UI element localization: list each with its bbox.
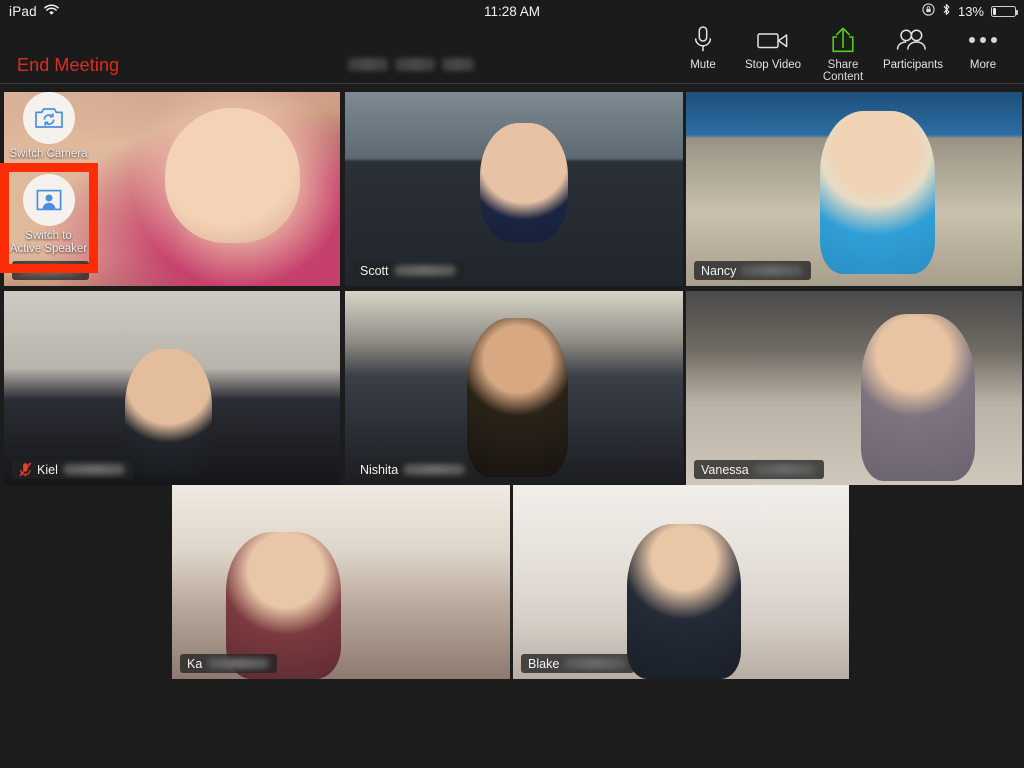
participant-name-redacted <box>62 464 125 475</box>
meeting-id-chunk <box>442 57 474 71</box>
video-tile-ka[interactable]: Ka <box>172 485 510 679</box>
video-camera-icon <box>757 24 789 56</box>
mute-label: Mute <box>690 59 716 71</box>
participants-button[interactable]: Participants <box>878 24 948 71</box>
meeting-id-redacted <box>348 54 474 74</box>
share-upload-icon <box>830 24 856 56</box>
video-feed <box>4 291 340 485</box>
switch-to-active-speaker-button[interactable]: Switch to Active Speaker <box>0 174 97 256</box>
rotation-lock-icon <box>922 3 935 19</box>
video-feed <box>686 92 1022 286</box>
participant-name-redacted <box>207 658 270 669</box>
muted-microphone-icon <box>19 462 32 477</box>
ellipsis-icon <box>969 24 997 56</box>
participant-name-badge: Kiel <box>12 460 133 479</box>
stop-video-button[interactable]: Stop Video <box>738 24 808 71</box>
video-tile-blake[interactable]: Blake <box>513 485 849 679</box>
bluetooth-icon <box>942 3 951 19</box>
mute-button[interactable]: Mute <box>668 24 738 71</box>
meeting-id-chunk <box>348 57 388 71</box>
participant-name-badge <box>12 261 89 280</box>
participant-name: Kiel <box>37 462 58 477</box>
participant-name-redacted <box>741 265 804 276</box>
active-speaker-icon <box>22 174 75 226</box>
video-tile-kiel[interactable]: Kiel <box>4 291 340 485</box>
toolbar-actions: Mute Stop Video Share Content Participan… <box>668 24 1018 83</box>
ios-status-bar: iPad 11:28 AM 13% <box>0 0 1024 22</box>
share-content-button[interactable]: Share Content <box>808 24 878 83</box>
video-feed <box>345 92 683 286</box>
participant-name-badge: Ka <box>180 654 278 673</box>
battery-fill <box>993 7 996 15</box>
status-bar-right: 13% <box>922 3 1018 19</box>
participant-name-badge: Vanessa <box>694 460 824 479</box>
stop-video-label: Stop Video <box>744 59 802 71</box>
participant-name-redacted <box>403 464 466 475</box>
switch-camera-label: Switch Camera <box>9 148 88 160</box>
participant-name-redacted <box>393 265 456 276</box>
video-tile-nancy[interactable]: Nancy <box>686 92 1022 286</box>
participants-label: Participants <box>882 59 944 71</box>
video-tile-vanessa[interactable]: Vanessa <box>686 291 1022 485</box>
switch-camera-button[interactable]: Switch Camera <box>0 92 97 161</box>
participant-name: Scott <box>360 263 389 278</box>
participant-name-redacted <box>753 464 816 475</box>
video-gallery: Scott Nancy Kiel Nishita Vanessa Ka Blak… <box>0 86 1024 768</box>
switch-camera-icon <box>22 92 75 144</box>
video-feed <box>345 291 683 485</box>
switch-to-active-speaker-line2: Active Speaker <box>9 243 88 255</box>
meeting-id-chunk <box>395 57 435 71</box>
participant-name: Nishita <box>360 462 399 477</box>
video-feed <box>513 485 849 679</box>
participant-name-badge: Scott <box>353 261 464 280</box>
video-feed <box>686 291 1022 485</box>
microphone-icon <box>692 24 714 56</box>
end-meeting-button[interactable]: End Meeting <box>17 55 119 76</box>
participant-name-redacted <box>564 658 627 669</box>
participant-name-redacted <box>19 265 81 276</box>
participant-name-badge: Blake <box>521 654 635 673</box>
battery-percent-label: 13% <box>957 3 984 19</box>
more-label: More <box>969 59 997 71</box>
participant-name: Nancy <box>701 263 737 278</box>
status-bar-clock: 11:28 AM <box>483 3 541 19</box>
participants-icon <box>896 24 930 56</box>
video-feed <box>172 485 510 679</box>
participant-name-badge: Nishita <box>353 460 474 479</box>
participant-name: Ka <box>187 656 203 671</box>
switch-to-active-speaker-line1: Switch to <box>25 230 72 242</box>
video-tile-nishita[interactable]: Nishita <box>345 291 683 485</box>
participant-name: Blake <box>528 656 560 671</box>
more-button[interactable]: More <box>948 24 1018 71</box>
participant-name: Vanessa <box>701 462 749 477</box>
share-content-label: Share Content <box>822 59 864 83</box>
meeting-toolbar: End Meeting Mute Stop Video Share Conten… <box>0 22 1024 84</box>
participant-name-badge: Nancy <box>694 261 812 280</box>
video-tile-scott[interactable]: Scott <box>345 92 683 286</box>
switch-to-active-speaker-label: Switch to Active Speaker <box>10 230 87 256</box>
battery-icon <box>991 5 1018 17</box>
